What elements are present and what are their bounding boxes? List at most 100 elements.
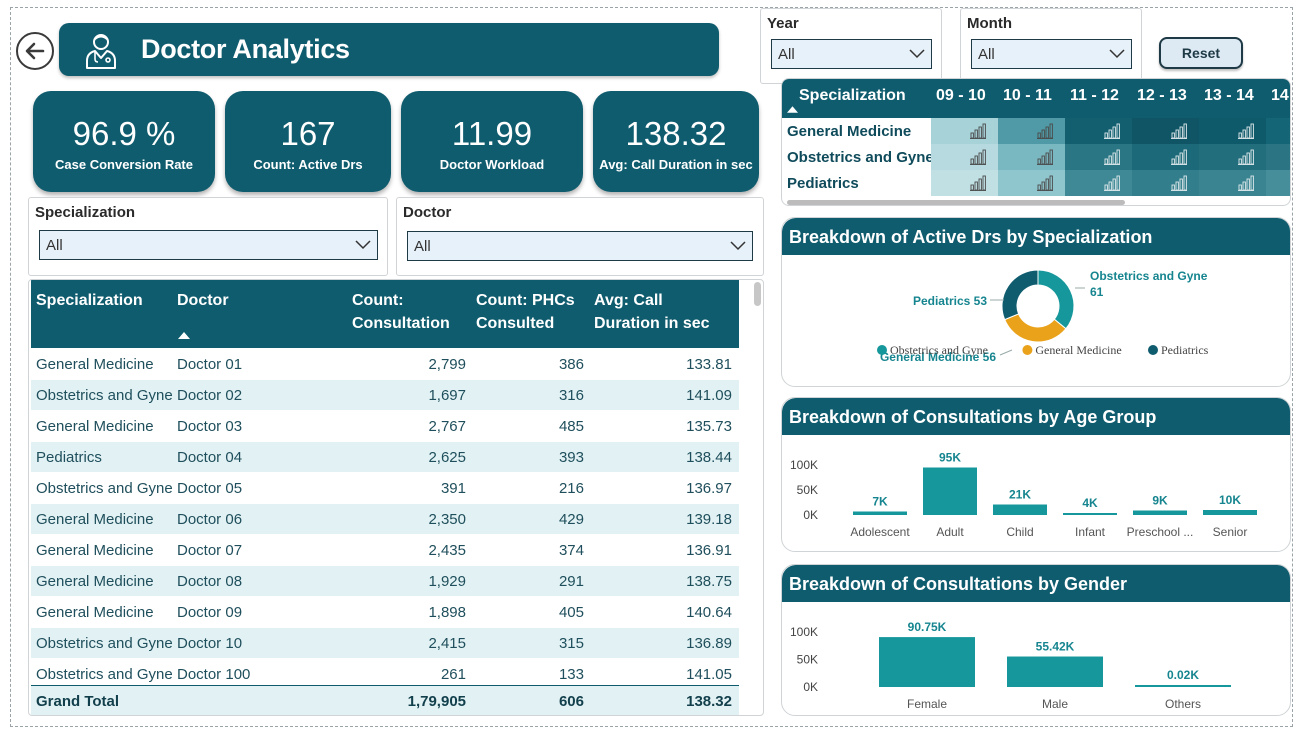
bar xyxy=(1135,685,1231,687)
doctor-dropdown-value: All xyxy=(414,237,431,255)
kpi-avg-call-duration: 138.32 Avg: Call Duration in sec xyxy=(593,91,759,192)
x-tick-label: Senior xyxy=(1213,525,1248,539)
matrix-row-label[interactable]: Obstetrics and Gyne xyxy=(787,149,934,166)
matrix-cell[interactable] xyxy=(998,118,1065,144)
matrix-cell[interactable] xyxy=(1266,144,1290,170)
cell-doctor: Doctor 02 xyxy=(177,387,243,404)
year-dropdown[interactable]: All xyxy=(771,39,932,69)
bar-data-label: 9K xyxy=(1152,494,1168,508)
bar-signal-icon xyxy=(1238,149,1254,165)
matrix-column-header[interactable]: 14 xyxy=(1271,87,1289,105)
matrix-cell[interactable] xyxy=(1065,144,1132,170)
month-slicer-label: Month xyxy=(967,15,1012,32)
bar-data-label: 7K xyxy=(872,495,888,509)
column-header-avg-call[interactable]: Avg: Call Duration in sec xyxy=(594,289,724,335)
matrix-cell[interactable] xyxy=(1266,118,1290,144)
table-row[interactable]: General Medicine Doctor 08 1,929 291 138.75 xyxy=(31,566,739,597)
table-row[interactable]: General Medicine Doctor 03 2,767 485 135.73 xyxy=(31,411,739,442)
bar xyxy=(879,637,975,687)
table-row[interactable]: General Medicine Doctor 09 1,898 405 140.64 xyxy=(31,597,739,628)
bar xyxy=(1203,510,1257,515)
table-row[interactable]: General Medicine Doctor 01 2,799 386 133.81 xyxy=(31,349,739,380)
cell-specialization: General Medicine xyxy=(36,573,154,590)
column-header-consultation[interactable]: Count: Consultation xyxy=(352,289,464,335)
bar xyxy=(853,511,907,515)
bar xyxy=(1133,510,1187,515)
cell-specialization: Obstetrics and Gyne xyxy=(36,635,173,652)
matrix-column-header[interactable]: 13 - 14 xyxy=(1204,87,1254,105)
table-row[interactable]: Obstetrics and Gyne Doctor 02 1,697 316 141.… xyxy=(31,380,739,411)
table-row[interactable]: Obstetrics and Gyne Doctor 10 2,415 315 136.… xyxy=(31,628,739,659)
cell-specialization: General Medicine xyxy=(36,604,154,621)
matrix-cell[interactable] xyxy=(931,144,998,170)
matrix-cell[interactable] xyxy=(998,144,1065,170)
cell-doctor: Doctor 10 xyxy=(177,635,243,652)
matrix-cell[interactable] xyxy=(1132,170,1199,196)
legend-marker xyxy=(1022,345,1033,355)
table-row[interactable]: General Medicine Doctor 07 2,435 374 136.91 xyxy=(31,535,739,566)
y-tick-label: 50K xyxy=(797,653,818,667)
matrix-column-header[interactable]: 10 - 11 xyxy=(1003,87,1052,105)
table-scrollbar[interactable] xyxy=(754,282,761,306)
matrix-cell[interactable] xyxy=(1132,144,1199,170)
cell-doctor: Doctor 01 xyxy=(177,356,243,373)
matrix-cell[interactable] xyxy=(1132,118,1199,144)
kpi-value: 11.99 xyxy=(451,115,533,152)
specialization-dropdown-value: All xyxy=(46,236,63,254)
cell-avg-call: 135.73 xyxy=(686,418,732,435)
matrix-cell[interactable] xyxy=(1199,118,1266,144)
matrix-cell[interactable] xyxy=(1065,170,1132,196)
matrix-cell[interactable] xyxy=(998,170,1065,196)
doctor-dropdown[interactable]: All xyxy=(407,231,753,261)
panel-title: Breakdown of Active Drs by Specializatio… xyxy=(782,218,1290,255)
cell-consultation: 2,767 xyxy=(428,418,466,435)
matrix-cell[interactable] xyxy=(1065,118,1132,144)
matrix-column-header[interactable]: 12 - 13 xyxy=(1137,87,1187,105)
hourly-matrix: Specialization 09 - 10 10 - 11 11 - 12 12 -… xyxy=(781,78,1291,206)
matrix-scrollbar[interactable] xyxy=(787,200,1125,205)
y-tick-label: 100K xyxy=(790,458,818,472)
cell-consultation: 2,799 xyxy=(428,356,466,373)
matrix-cell[interactable] xyxy=(1199,170,1266,196)
reset-button[interactable]: Reset xyxy=(1159,37,1243,69)
cell-doctor: Doctor 06 xyxy=(177,511,243,528)
month-slicer: Month All xyxy=(960,8,1142,84)
table-row[interactable]: Pediatrics Doctor 04 2,625 393 138.44 xyxy=(31,442,739,473)
y-tick-label: 0K xyxy=(803,680,818,694)
matrix-column-header[interactable]: 11 - 12 xyxy=(1070,87,1119,105)
kpi-active-drs: 167 Count: Active Drs xyxy=(225,91,391,192)
column-header-phcs[interactable]: Count: PHCs Consulted xyxy=(476,289,586,335)
bar-signal-icon xyxy=(1171,175,1187,191)
table-row[interactable]: General Medicine Doctor 06 2,350 429 139.18 xyxy=(31,504,739,535)
cell-consultation: 2,435 xyxy=(428,542,466,559)
active-drs-donut-chart: Obstetrics and Gyne61General Medicine 56… xyxy=(877,269,1209,364)
gender-bar-chart: 0K 50K 100K 90.75K Female 55.42K Male 0.02K Othe… xyxy=(790,620,1231,711)
matrix-cell[interactable] xyxy=(931,118,998,144)
chevron-down-icon xyxy=(1109,49,1125,59)
matrix-cell[interactable] xyxy=(1266,170,1290,196)
matrix-cell[interactable] xyxy=(1199,144,1266,170)
month-dropdown[interactable]: All xyxy=(971,39,1132,69)
matrix-column-header[interactable]: 09 - 10 xyxy=(936,87,986,105)
doctor-table: Specialization Doctor Count: Consultatio… xyxy=(28,279,764,716)
column-header-doctor[interactable]: Doctor xyxy=(177,289,229,339)
specialization-dropdown[interactable]: All xyxy=(39,230,378,260)
column-header-specialization[interactable]: Specialization xyxy=(36,289,143,312)
bar-data-label: 10K xyxy=(1219,493,1241,507)
matrix-row-label[interactable]: Pediatrics xyxy=(787,175,859,192)
chevron-down-icon xyxy=(730,241,746,251)
matrix-row-label[interactable]: General Medicine xyxy=(787,123,911,140)
back-arrow-button[interactable] xyxy=(16,32,54,70)
matrix-cell[interactable] xyxy=(931,170,998,196)
y-tick-label: 0K xyxy=(803,508,818,522)
cell-specialization: General Medicine xyxy=(36,418,154,435)
cell-avg-call: 136.97 xyxy=(686,480,732,497)
matrix-row-header[interactable]: Specialization xyxy=(799,87,906,105)
table-row[interactable]: Obstetrics and Gyne Doctor 05 391 216 136.97 xyxy=(31,473,739,504)
bar xyxy=(993,504,1047,515)
kpi-value: 138.32 xyxy=(625,115,727,152)
legend-marker xyxy=(877,345,887,355)
bar-signal-icon xyxy=(970,175,986,191)
bar-signal-icon xyxy=(1037,123,1053,139)
cell-phcs: 386 xyxy=(558,356,584,373)
